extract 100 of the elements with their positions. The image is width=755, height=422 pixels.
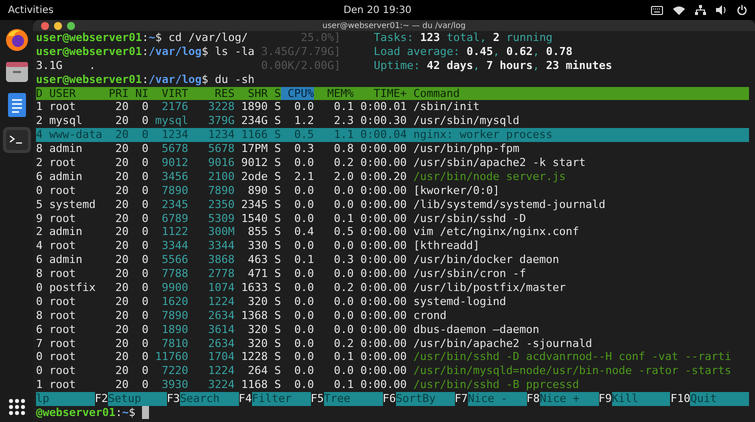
table-cell: /usr/bin/node server.js xyxy=(413,170,566,184)
browser-icon[interactable] xyxy=(4,28,28,52)
process-row[interactable]: 8 admin 20 0 5678 5678 17PM S 0.3 0.8 0:00.00 /usr/bin/php-fpm xyxy=(36,142,755,156)
process-row[interactable]: 7 root 20 0 7810 2634 320 S 0.0 0.2 0:00.00 /usr/bin/apache2 -sjournald xyxy=(36,336,755,350)
table-cell-text: 0:00.04 xyxy=(359,128,407,142)
column-header[interactable]: NI xyxy=(128,86,149,100)
process-row[interactable]: 0 root 20 0 11760 1704 1228 S 0.0 0.1 0:00.00 /usr/bin/sshd -D acdvanrnod--H conf -vat --rarti xyxy=(36,350,755,364)
function-key[interactable]: Tree xyxy=(324,392,383,406)
table-cell-text: 20 xyxy=(114,156,129,170)
function-key[interactable]: Search xyxy=(180,392,239,406)
process-row[interactable]: 8 root 20 0 7890 2634 1368 S 0.0 0.0 0:00.00 crond xyxy=(36,308,755,323)
function-key[interactable]: Filter xyxy=(252,392,311,406)
process-row[interactable]: 1 root 20 0 2176 3228 1890 S 0.0 0.1 0:00.01 /sbin/init xyxy=(36,100,755,114)
table-cell-text: 0 xyxy=(140,378,149,392)
process-row[interactable]: 0 root 20 0 7220 1224 264 S 0.0 0.0 0:00.00 /usr/bin/mysqld=node/usr/bin-node -rator -starts xyxy=(36,364,755,378)
table-cell-text: 0 xyxy=(140,364,149,378)
table-cell-text: 1540 xyxy=(240,212,268,226)
function-key[interactable]: Setup xyxy=(108,392,167,406)
table-cell-text: 0.0 xyxy=(293,378,314,392)
table-cell-text: 0:00.00 xyxy=(359,142,407,156)
column-header[interactable]: PRI xyxy=(102,86,129,100)
folder-icon[interactable] xyxy=(4,61,28,83)
process-row[interactable]: 8 root 20 0 7788 2778 471 S 0.0 0.0 0:00.00 /usr/sbin/cron -f xyxy=(36,267,755,282)
document-icon[interactable] xyxy=(6,92,26,118)
command-line: @webserver01:~$ xyxy=(36,406,136,420)
column-header[interactable]: RES xyxy=(188,86,235,100)
function-key[interactable]: Quit xyxy=(690,392,750,406)
function-key[interactable]: Kill xyxy=(612,392,670,406)
table-cell-text: root xyxy=(49,378,77,392)
keyboard-icon[interactable] xyxy=(651,6,663,14)
table-cell-text: 0.5 xyxy=(332,225,354,240)
terminal-icon[interactable] xyxy=(6,130,28,150)
process-row[interactable]: 6 admin 20 0 5566 3868 463 S 0.1 0.3 0:00.00 /usr/bin/docker daemon xyxy=(36,253,755,268)
function-key[interactable]: lp xyxy=(36,392,95,406)
process-row[interactable]: 0 root 20 0 7890 7890 890 S 0.0 0.0 0:00.00 [kworker/0:0] xyxy=(36,184,755,198)
table-cell-text: 0.0 xyxy=(293,156,314,170)
close-button[interactable] xyxy=(41,22,49,30)
column-header[interactable]: CPU% xyxy=(280,86,314,100)
table-cell: /usr/sbin/cron -f xyxy=(413,267,526,282)
process-row[interactable]: 0 root 20 0 1620 1224 320 S 0.0 0.0 0:00.00 systemd-logind xyxy=(36,294,755,309)
maximize-button[interactable] xyxy=(67,22,75,30)
table-cell: crond xyxy=(413,308,446,323)
process-row[interactable]: 2 admin 20 0 1122 300M 855 S 0.4 0.5 0:00.00 vim /etc/nginx/nginx.conf xyxy=(36,225,755,240)
process-row[interactable]: 0 postfix 20 0 9900 1074 1633 S 0.0 0.2 0:00.00 /usr/lib/postfix/master xyxy=(36,281,755,295)
column-header[interactable]: TIME+ xyxy=(354,86,407,100)
activities-button[interactable]: Activities xyxy=(8,4,54,16)
power-icon[interactable] xyxy=(737,5,747,15)
process-row[interactable]: 2 root 20 0 9012 9016 9012 S 0.0 0.2 0:00.00 /usr/sbin/apache2 -k start xyxy=(36,156,755,170)
table-cell: 8 xyxy=(36,142,43,156)
table-cell: /usr/sbin/sshd -D xyxy=(413,212,526,226)
column-header[interactable]: MEM% xyxy=(314,86,354,100)
table-cell-text: 0.0 xyxy=(293,281,314,295)
table-cell-text: admin xyxy=(49,142,84,156)
process-row[interactable]: 2 mysql 20 0 mysql 379G 234G S 1.2 2.3 0:00.30 /usr/sbin/mysqld xyxy=(36,114,755,128)
function-key[interactable]: Nice - xyxy=(468,392,527,406)
function-key[interactable]: Nice + xyxy=(540,392,598,406)
process-row[interactable]: 9 root 20 0 6789 5309 1540 S 0.0 0.1 0:00.00 /usr/sbin/sshd -D xyxy=(36,212,755,226)
column-header[interactable]: D xyxy=(36,86,43,100)
column-header[interactable]: USER xyxy=(49,86,102,100)
table-cell-text: 3224 xyxy=(207,378,235,392)
minimize-button[interactable] xyxy=(54,22,62,30)
table-cell-text: 20 xyxy=(114,253,129,268)
process-row[interactable]: 1 root 20 0 3930 3224 1168 S 0.0 0.1 0:00.00 /usr/bin/sshd -B pprcessd xyxy=(36,378,755,392)
process-row[interactable]: 5 systemd 20 0 2345 2350 2345 S 0.0 0.0 0:00.00 /lib/systemd/systemd-journald xyxy=(36,198,755,212)
table-cell-text: 0.0 xyxy=(332,239,354,254)
table-cell-text: 20 xyxy=(114,281,129,295)
table-cell-text: 234G xyxy=(240,114,268,128)
column-header[interactable]: VIRT xyxy=(148,86,188,100)
table-cell-text: 0.1 xyxy=(332,212,354,226)
table-cell-text: root xyxy=(49,184,77,198)
table-cell: /sbin/init xyxy=(413,100,480,114)
table-cell-text: postfix xyxy=(49,281,97,295)
clock[interactable]: Den 20 19:30 xyxy=(343,4,412,16)
table-cell-text: root xyxy=(49,100,77,114)
table-cell: /usr/bin/docker daemon xyxy=(413,253,560,268)
table-cell-text: 0:00.00 xyxy=(359,212,407,226)
process-row[interactable]: 6 root 20 0 1890 3614 320 S 0.0 0.0 0:00.00 dbus-daemon —daemon xyxy=(36,322,755,337)
table-cell-text: 7220 xyxy=(160,364,188,378)
table-cell-text: S xyxy=(273,364,281,378)
network-icon[interactable] xyxy=(695,5,706,15)
table-cell-text: 2778 xyxy=(207,267,235,282)
process-row[interactable]: 6 admin 20 0 3456 2100 2ode S 2.1 2.0 0:00.20 /usr/bin/node server.js xyxy=(36,170,755,184)
table-cell-text: 1166 xyxy=(240,128,268,142)
table-cell-text: 0.0 xyxy=(332,184,354,198)
table-cell-text: 0:00.01 xyxy=(359,100,407,114)
table-cell-text: 0 xyxy=(140,253,149,268)
process-row[interactable]: 4 www-data 20 0 1234 1234 1166 S 0.5 1.1 0:00.04 nginx: worker process xyxy=(36,128,749,142)
table-cell-text: 20 xyxy=(114,142,129,156)
table-cell-text: root xyxy=(49,336,77,350)
function-key[interactable]: SortBy xyxy=(396,392,455,406)
column-header[interactable]: Command xyxy=(413,86,460,100)
column-header[interactable]: SHR xyxy=(234,86,268,100)
column-header[interactable]: S xyxy=(268,86,281,100)
wifi-icon[interactable] xyxy=(673,6,685,14)
table-cell-text: 0:00.00 xyxy=(359,350,407,364)
speaker-icon[interactable] xyxy=(716,5,727,15)
app-grid-icon[interactable] xyxy=(8,398,26,416)
table-cell-text: 7890 xyxy=(160,184,188,198)
process-row[interactable]: 4 root 20 0 3344 3344 330 S 0.0 0.0 0:00.00 [kthreadd] xyxy=(36,239,755,254)
system-info: Tasks: 123 total, 2 running xyxy=(374,31,553,45)
